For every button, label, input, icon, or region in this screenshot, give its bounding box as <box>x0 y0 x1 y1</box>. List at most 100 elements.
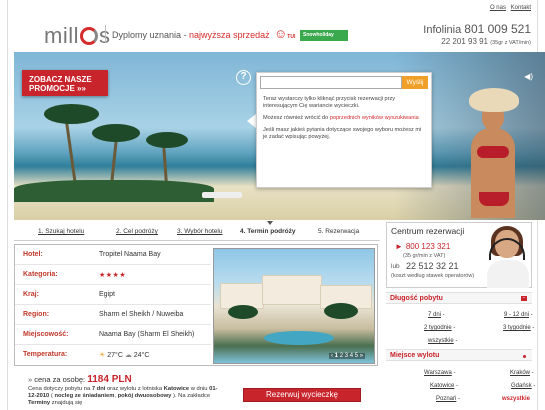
previous-results-link[interactable]: poprzednich wyników wyszukiwania <box>330 115 419 121</box>
header-divider <box>105 25 106 43</box>
temperature-value: ☀ 27°C ☁ 24°C <box>99 351 149 359</box>
hotline-note: (35gr z VAT/min) <box>490 40 531 46</box>
trip-info-part: Cena dotyczy pobytu na <box>28 386 92 392</box>
departure-gdansk[interactable]: Gdańsk - <box>511 383 535 389</box>
center-phone1-note: (35 gr/min z VAT) <box>403 253 446 259</box>
departure-krakow[interactable]: Kraków - <box>510 370 534 376</box>
gallery-page-4[interactable]: 4 <box>350 353 353 359</box>
trip-room: pokój dwuosobowy <box>117 393 172 399</box>
bullet-icon: » <box>28 375 33 384</box>
center-phone-primary: ► 800 123 321 <box>395 240 450 252</box>
logo-swirl-icon <box>80 27 98 45</box>
palm-leaves <box>44 104 99 124</box>
price-value: 1184 PLN <box>87 374 132 385</box>
tui-logo: ☺TUI <box>274 26 296 41</box>
sound-icon[interactable]: ◀) <box>524 72 533 81</box>
hotline-alt-number: 22 201 93 91 <box>441 37 489 46</box>
tooltip-arrow <box>247 114 256 128</box>
center-title: Centrum rezerwacji <box>391 226 465 236</box>
departure-all[interactable]: wszystkie <box>502 396 530 402</box>
tagline: Dyplomy uznania - najwyższa sprzedaż <box>112 30 270 40</box>
hotline-label: Infolinia <box>423 24 462 36</box>
partner-logo: Snowholiday <box>300 30 348 41</box>
trip-info-part: oraz wylotu z lotniska <box>105 386 164 392</box>
step-search-hotel[interactable]: 1. Szukaj hotelu <box>38 228 84 235</box>
step-hotel-choice[interactable]: 3. Wybór hotelu <box>177 228 222 235</box>
hotel-row: Kraj: Egipt <box>15 285 211 305</box>
arrow-icon: ► <box>395 242 403 251</box>
assistant-tips: Teraz wystarczy tylko kliknąć przycisk r… <box>260 96 428 141</box>
gallery-page-2[interactable]: 2 <box>340 353 343 359</box>
collapse-icon[interactable]: − <box>521 296 527 301</box>
millos-logo[interactable]: mills <box>44 23 111 49</box>
trip-board: nocleg ze śniadaniem <box>54 393 115 399</box>
trip-airport: Katowice <box>163 386 190 392</box>
hotel-info-table: Hotel: Tropitel Naama Bay Kategoria: ★★★… <box>15 245 211 365</box>
departure-filter-title: Miejsce wylotu <box>390 352 440 359</box>
duration-option-7-days[interactable]: 7 dni - <box>428 312 445 318</box>
hotel-label: Kraj: <box>23 291 39 298</box>
tagline-highlight: najwyższa sprzedaż <box>189 30 270 40</box>
hotel-photo[interactable] <box>213 248 375 364</box>
departure-poznan[interactable]: Poznań - <box>436 396 460 402</box>
hotel-value: Sharm el Sheikh / Nuweiba <box>99 311 184 318</box>
hotel-value: Naama Bay (Sharm El Sheikh) <box>99 331 195 338</box>
hotline: Infolinia 801 009 521 22 201 93 91 (35gr… <box>423 22 531 46</box>
gallery-page-1[interactable]: 1 <box>335 353 338 359</box>
active-step-marker-icon <box>267 221 273 225</box>
duration-filter-title: Długość pobytu <box>390 295 443 302</box>
gallery-page-3[interactable]: 3 <box>345 353 348 359</box>
reservation-center-box: Centrum rezerwacji ► 800 123 321 (35 gr/… <box>386 222 532 288</box>
moon-cloud-icon: ☁ <box>124 352 132 359</box>
trip-tab-name: Terminy <box>28 400 51 406</box>
trip-info-text: Cena dotyczy pobytu na 7 dni oraz wylotu… <box>28 386 218 407</box>
nav-contact[interactable]: Kontakt <box>511 5 531 11</box>
palm-leaves <box>92 124 140 142</box>
center-phone1-number: 800 123 321 <box>405 242 451 251</box>
sun-icon: ☀ <box>99 352 106 359</box>
help-icon[interactable]: ? <box>236 70 251 85</box>
tip-text-1: Teraz wystarczy tylko kliknąć przycisk r… <box>263 96 396 109</box>
step-reservation: 5. Rezerwacja <box>318 228 360 235</box>
booking-steps: 1. Szukaj hotelu 2. Cel podróży 3. Wybór… <box>30 221 380 238</box>
departure-katowice[interactable]: Katowice - <box>430 383 458 389</box>
book-trip-button[interactable]: Rezerwuj wycieczkę <box>243 388 361 402</box>
hotel-row: Region: Sharm el Sheikh / Nuweiba <box>15 305 211 325</box>
tip-text-2: Możesz również wrócić do <box>263 115 330 121</box>
duration-filter-header[interactable]: Długość pobytu − <box>386 292 532 304</box>
hotel-value: Tropitel Naama Bay <box>99 251 161 258</box>
step-travel-date: 4. Termin podróży <box>240 228 296 235</box>
center-or: lub <box>391 263 400 270</box>
hotel-label: Temperatura: <box>23 351 68 358</box>
step-destination[interactable]: 2. Cel podróży <box>116 228 158 235</box>
promotions-button[interactable]: ZOBACZ NASZE PROMOCJE »» <box>22 70 108 96</box>
departure-filter-header[interactable]: Miejsce wylotu <box>386 349 532 361</box>
center-phone2-note: (koszt według stawek operatorów) <box>391 273 475 279</box>
bushes <box>14 180 214 202</box>
expand-icon[interactable] <box>523 355 526 358</box>
nav-about[interactable]: O nas <box>490 5 506 11</box>
gallery-next-button[interactable]: » <box>360 353 363 359</box>
duration-option-3-weeks[interactable]: 3 tygodnie - <box>503 325 534 331</box>
trip-info-part: znajdują się <box>50 400 83 406</box>
hotel-row: Kategoria: ★★★★ <box>15 265 211 285</box>
price-label: cena za osobę: <box>34 375 86 384</box>
hotel-label: Hotel: <box>23 251 43 258</box>
ship-illustration <box>202 192 242 198</box>
gallery-prev-button[interactable]: ‹ <box>331 353 333 359</box>
assistant-search-input[interactable] <box>260 76 402 89</box>
gallery-page-5[interactable]: 5 <box>355 353 358 359</box>
hotel-label: Miejscowość: <box>23 331 69 338</box>
assistant-send-button[interactable]: Wyślij <box>402 76 428 89</box>
palm-leaves <box>146 132 188 148</box>
duration-option-all[interactable]: wszystkie - <box>428 338 457 344</box>
duration-option-9-12-days[interactable]: 9 - 12 dni - <box>504 312 533 318</box>
hotel-label: Kategoria: <box>23 271 58 278</box>
duration-option-2-weeks[interactable]: 2 tygodnie - <box>424 325 455 331</box>
hotel-label: Region: <box>23 311 50 318</box>
hotel-row: Temperatura: ☀ 27°C ☁ 24°C <box>15 345 211 365</box>
agent-photo <box>483 226 531 288</box>
departure-warszawa[interactable]: Warszawa - <box>424 370 455 376</box>
steps-divider <box>14 240 380 241</box>
price-line: » cena za osobę: 1184 PLN <box>28 374 132 385</box>
